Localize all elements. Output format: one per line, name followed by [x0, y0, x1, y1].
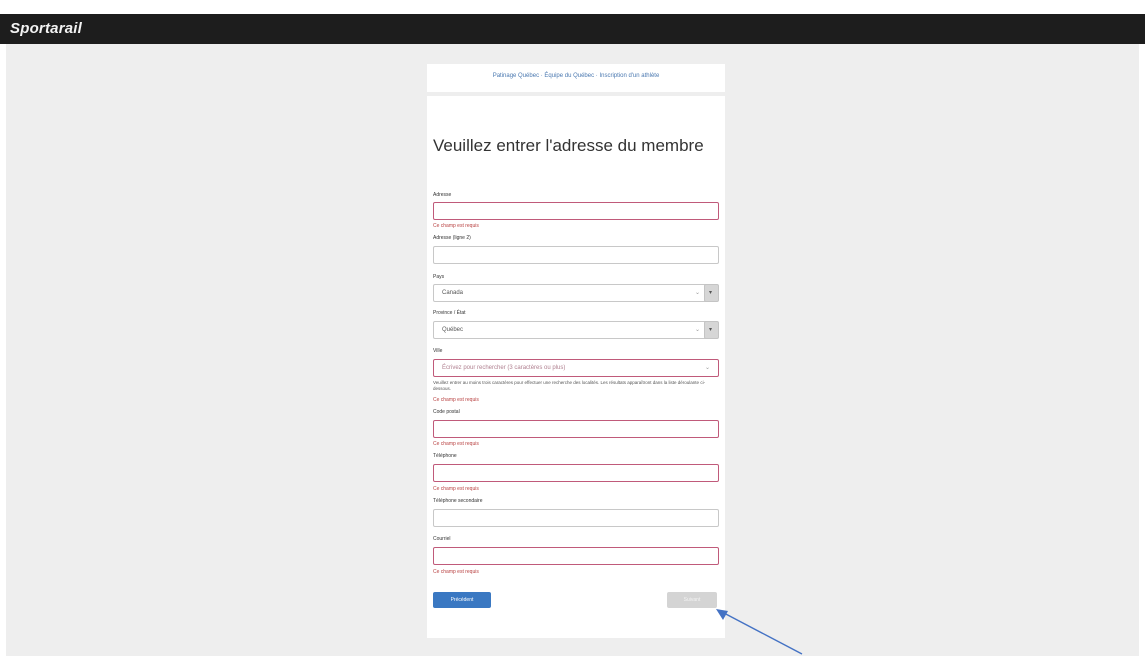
next-button[interactable]: Suivant — [667, 592, 717, 608]
province-label: Province / État — [433, 310, 466, 316]
province-select[interactable]: Québec ⌄ — [433, 321, 709, 339]
address-label: Adresse — [433, 192, 452, 198]
country-dropdown-button[interactable]: ▾ — [704, 284, 719, 302]
page-title: Veuillez entrer l'adresse du membre — [433, 136, 704, 155]
province-value: Québec — [442, 327, 464, 333]
phone2-input[interactable] — [433, 509, 719, 527]
city-placeholder: Écrivez pour rechercher (3 caractères ou… — [442, 365, 566, 371]
postal-code-label: Code postal — [433, 409, 460, 415]
app-logo[interactable]: Sportarail — [10, 20, 82, 37]
chevron-down-icon: ⌄ — [694, 327, 700, 333]
country-label: Pays — [433, 274, 445, 280]
postal-code-error: Ce champ est requis — [433, 441, 479, 447]
breadcrumb[interactable]: Patinage Québec · Équipe du Québec · Ins… — [427, 73, 725, 79]
province-dropdown-button[interactable]: ▾ — [704, 321, 719, 339]
country-value: Canada — [442, 290, 464, 296]
chevron-down-icon: ⌄ — [704, 365, 710, 371]
city-help-text: Veuillez entrer au moins trois caractère… — [433, 380, 706, 391]
phone2-label: Téléphone secondaire — [433, 498, 483, 504]
phone-error: Ce champ est requis — [433, 486, 479, 492]
caret-down-icon: ▾ — [709, 290, 713, 296]
email-input[interactable] — [433, 547, 719, 565]
email-label: Courriel — [433, 536, 451, 542]
previous-button[interactable]: Précédent — [433, 592, 491, 608]
address-error: Ce champ est requis — [433, 223, 479, 229]
postal-code-input[interactable] — [433, 420, 719, 438]
address-input[interactable] — [433, 202, 719, 220]
phone-label: Téléphone — [433, 453, 457, 459]
city-search-input[interactable]: Écrivez pour rechercher (3 caractères ou… — [433, 359, 719, 377]
country-select[interactable]: Canada ⌄ — [433, 284, 709, 302]
address-form: Veuillez entrer l'adresse du membre Adre… — [427, 96, 725, 638]
address2-label: Adresse (ligne 2) — [433, 235, 471, 241]
city-label: Ville — [433, 348, 443, 354]
top-navigation-bar: Sportarail — [0, 14, 1145, 44]
breadcrumb-card: Patinage Québec · Équipe du Québec · Ins… — [427, 64, 725, 92]
caret-down-icon: ▾ — [709, 327, 713, 333]
city-error: Ce champ est requis — [433, 397, 479, 403]
chevron-down-icon: ⌄ — [694, 290, 700, 296]
phone-input[interactable] — [433, 464, 719, 482]
email-error: Ce champ est requis — [433, 569, 479, 575]
address2-input[interactable] — [433, 246, 719, 264]
